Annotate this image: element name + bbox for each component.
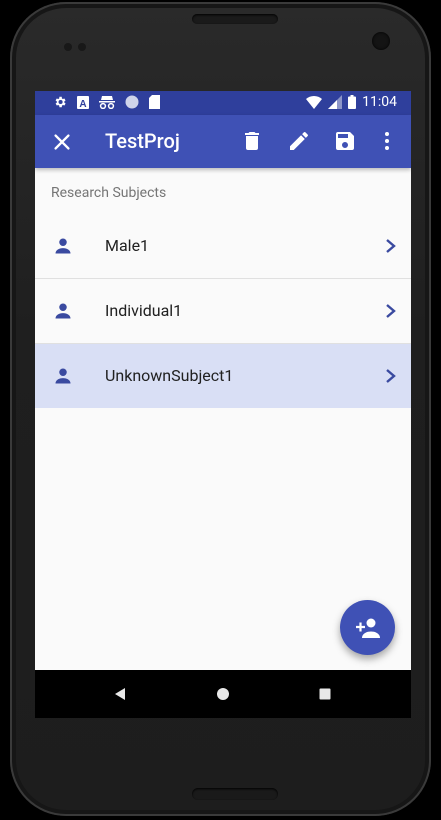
list-item-selected[interactable]: UnknownSubject1 xyxy=(35,344,411,408)
app-bar: TestProj xyxy=(35,115,411,168)
a-icon: A xyxy=(77,95,89,109)
front-camera xyxy=(372,32,390,50)
recents-icon[interactable] xyxy=(315,684,335,704)
battery-icon xyxy=(348,95,357,109)
status-time: 11:04 xyxy=(362,94,397,110)
bottom-speaker xyxy=(192,788,278,800)
add-person-icon xyxy=(355,618,380,638)
more-vert-icon[interactable] xyxy=(375,129,399,153)
section-label: Research Subjects xyxy=(51,185,167,201)
front-sensors xyxy=(64,36,94,51)
list-item[interactable]: Male1 xyxy=(35,214,411,279)
back-icon[interactable] xyxy=(111,684,131,704)
status-bar: A 11:04 xyxy=(35,91,411,115)
sd-card-icon xyxy=(149,95,160,109)
list-item[interactable]: Individual1 xyxy=(35,279,411,344)
subject-list: Male1 Individual1 UnknownSubject1 xyxy=(35,214,411,408)
navigation-bar xyxy=(35,670,411,718)
incognito-icon xyxy=(99,96,115,109)
phone-screen: A 11:04 TestProj Research Subjects Male1 xyxy=(35,91,411,718)
settings-icon xyxy=(55,96,66,108)
subject-name: Male1 xyxy=(105,236,150,255)
edit-icon[interactable] xyxy=(287,129,311,153)
svg-text:A: A xyxy=(79,99,86,109)
close-icon[interactable] xyxy=(51,131,73,153)
chevron-right-icon xyxy=(386,369,396,383)
add-subject-fab[interactable] xyxy=(340,600,395,655)
home-icon[interactable] xyxy=(213,684,233,704)
chevron-right-icon xyxy=(386,239,396,253)
circle-icon xyxy=(125,95,139,109)
save-icon[interactable] xyxy=(333,129,357,153)
status-left-icons: A xyxy=(53,95,160,109)
status-right-icons: 11:04 xyxy=(306,94,397,110)
person-icon xyxy=(55,303,71,319)
wifi-icon xyxy=(306,95,323,109)
signal-icon xyxy=(328,95,343,109)
delete-icon[interactable] xyxy=(240,129,264,153)
app-title: TestProj xyxy=(105,129,180,153)
top-speaker xyxy=(192,14,278,24)
subject-name: Individual1 xyxy=(105,301,183,320)
person-icon xyxy=(55,368,71,384)
person-icon xyxy=(55,238,71,254)
chevron-right-icon xyxy=(386,304,396,318)
subject-name: UnknownSubject1 xyxy=(105,366,234,385)
